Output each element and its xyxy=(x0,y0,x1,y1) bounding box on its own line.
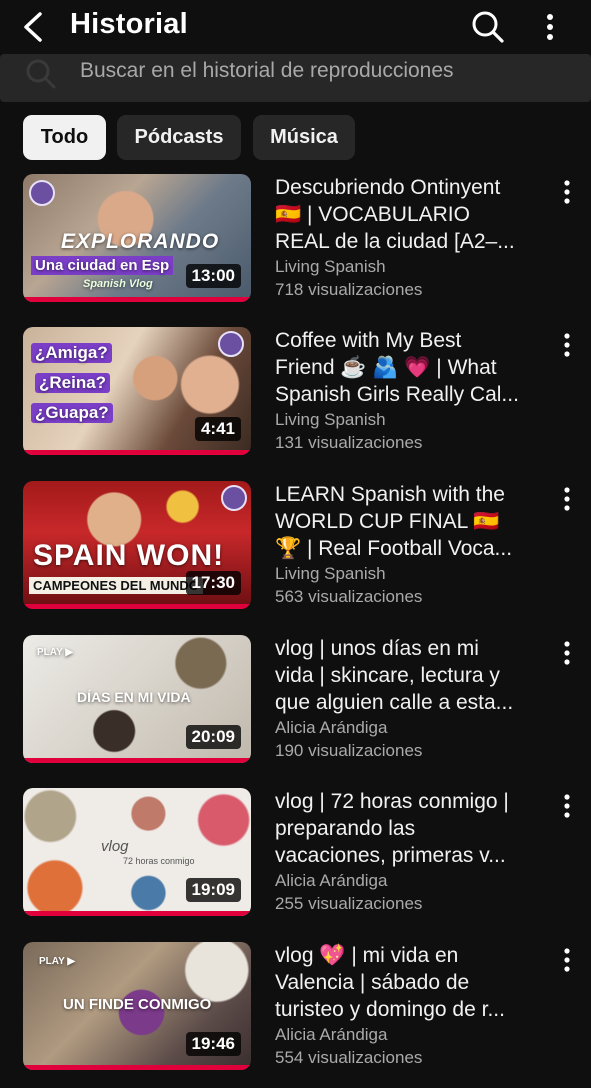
thumbnail-text: PLAY ▶ xyxy=(39,956,76,967)
channel-logo xyxy=(221,485,247,511)
watch-progress-bar xyxy=(23,1065,251,1070)
thumbnail-text: 72 horas conmigo xyxy=(123,856,195,866)
thumbnail-text: vlog xyxy=(101,838,129,855)
more-vertical-icon[interactable] xyxy=(556,946,578,974)
more-vertical-icon[interactable] xyxy=(556,792,578,820)
video-item[interactable]: PLAY ▶ DÍAS EN MI VIDA 20:09 vlog | unos… xyxy=(0,635,591,765)
channel-name: Alicia Arándiga xyxy=(275,718,388,737)
watch-progress-bar xyxy=(23,758,251,763)
video-duration: 17:30 xyxy=(185,571,241,595)
video-duration: 13:00 xyxy=(185,264,241,288)
thumbnail-text: EXPLORANDO xyxy=(61,230,220,253)
more-vertical-icon[interactable] xyxy=(538,11,562,43)
more-vertical-icon[interactable] xyxy=(556,485,578,513)
thumbnail-text: Una ciudad en Esp xyxy=(31,256,174,275)
video-item[interactable]: EXPLORANDO Una ciudad en Esp Spanish Vlo… xyxy=(0,174,591,304)
more-vertical-icon[interactable] xyxy=(556,178,578,206)
thumbnail-text: Spanish Vlog xyxy=(83,278,153,290)
watch-progress-bar xyxy=(23,604,251,609)
video-title[interactable]: LEARN Spanish with the WORLD CUP FINAL 🇪… xyxy=(275,481,545,562)
view-count: 563 visualizaciones xyxy=(275,587,423,606)
channel-name: Alicia Arándiga xyxy=(275,871,388,890)
search-placeholder: Buscar en el historial de reproducciones xyxy=(80,59,454,82)
channel-name: Living Spanish xyxy=(275,564,386,583)
video-item[interactable]: vlog 72 horas conmigo 19:09 vlog | 72 ho… xyxy=(0,788,591,918)
chip-podcasts[interactable]: Pódcasts xyxy=(117,115,241,160)
thumbnail-text: DÍAS EN MI VIDA xyxy=(77,689,191,705)
channel-logo xyxy=(29,180,55,206)
search-icon xyxy=(26,59,56,89)
thumbnail-text: CAMPEONES DEL MUNDO xyxy=(29,577,203,594)
video-thumbnail[interactable]: vlog 72 horas conmigo 19:09 xyxy=(23,788,251,916)
chevron-left-icon[interactable] xyxy=(18,10,48,44)
channel-name: Alicia Arándiga xyxy=(275,1025,388,1044)
thumbnail-text: SPAIN WON! xyxy=(33,539,225,572)
video-item[interactable]: ¿Amiga? ¿Reina? ¿Guapa? 4:41 Coffee with… xyxy=(0,327,591,457)
more-vertical-icon[interactable] xyxy=(556,639,578,667)
view-count: 718 visualizaciones xyxy=(275,280,423,299)
channel-name: Living Spanish xyxy=(275,410,386,429)
thumbnail-text: UN FINDE CONMIGO xyxy=(63,996,212,1013)
video-title[interactable]: vlog 💖 | mi vida en Valencia | sábado de… xyxy=(275,942,545,1023)
more-vertical-icon[interactable] xyxy=(556,331,578,359)
thumbnail-text: ¿Guapa? xyxy=(31,403,113,423)
thumbnail-text: ¿Reina? xyxy=(35,373,111,393)
video-item[interactable]: SPAIN WON! CAMPEONES DEL MUNDO 17:30 LEA… xyxy=(0,481,591,611)
channel-name: Living Spanish xyxy=(275,257,386,276)
view-count: 554 visualizaciones xyxy=(275,1048,423,1067)
video-title[interactable]: vlog | 72 horas conmigo | preparando las… xyxy=(275,788,545,869)
top-bar: Historial xyxy=(0,0,591,56)
video-duration: 20:09 xyxy=(185,725,241,749)
search-icon[interactable] xyxy=(470,9,506,45)
history-search-bar[interactable]: Buscar en el historial de reproducciones xyxy=(0,54,591,102)
video-thumbnail[interactable]: PLAY ▶ DÍAS EN MI VIDA 20:09 xyxy=(23,635,251,763)
chip-todo[interactable]: Todo xyxy=(23,115,106,160)
video-thumbnail[interactable]: EXPLORANDO Una ciudad en Esp Spanish Vlo… xyxy=(23,174,251,302)
chip-musica[interactable]: Música xyxy=(253,115,355,160)
watch-progress-bar xyxy=(23,911,251,916)
watch-progress-bar xyxy=(23,297,251,302)
view-count: 131 visualizaciones xyxy=(275,433,423,452)
view-count: 190 visualizaciones xyxy=(275,741,423,760)
page-title: Historial xyxy=(70,8,188,40)
thumbnail-text: ¿Amiga? xyxy=(31,343,112,363)
video-title[interactable]: Coffee with My Best Friend ☕ 🫂 💗 | What … xyxy=(275,327,545,408)
watch-progress-bar xyxy=(23,450,251,455)
video-duration: 19:09 xyxy=(185,878,241,902)
view-count: 255 visualizaciones xyxy=(275,894,423,913)
video-duration: 4:41 xyxy=(194,417,241,441)
video-title[interactable]: Descubriendo Ontinyent 🇪🇸 | VOCABULARIO … xyxy=(275,174,545,255)
video-item[interactable]: PLAY ▶ UN FINDE CONMIGO 19:46 vlog 💖 | m… xyxy=(0,942,591,1072)
video-thumbnail[interactable]: SPAIN WON! CAMPEONES DEL MUNDO 17:30 xyxy=(23,481,251,609)
video-duration: 19:46 xyxy=(185,1032,241,1056)
video-title[interactable]: vlog | unos días en mi vida | skincare, … xyxy=(275,635,545,716)
video-thumbnail[interactable]: PLAY ▶ UN FINDE CONMIGO 19:46 xyxy=(23,942,251,1070)
thumbnail-text: PLAY ▶ xyxy=(37,647,74,658)
video-thumbnail[interactable]: ¿Amiga? ¿Reina? ¿Guapa? 4:41 xyxy=(23,327,251,455)
channel-logo xyxy=(218,331,244,357)
